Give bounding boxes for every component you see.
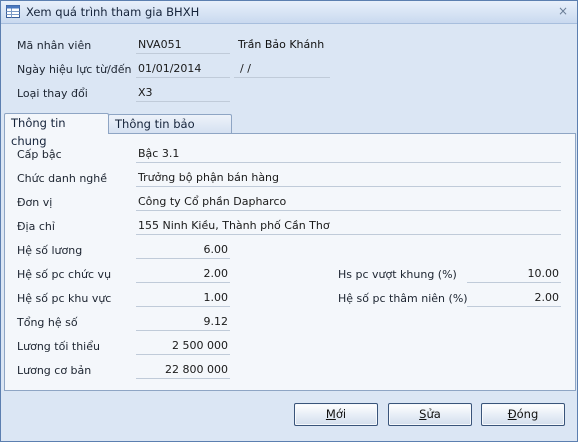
seniority-label: Hệ số pc thâm niên (%) xyxy=(338,292,468,305)
job-title-value: Trưởng bộ phận bán hàng xyxy=(138,171,280,184)
unit-field: Công ty Cổ phần Dapharco xyxy=(136,194,561,211)
new-button-label: ới xyxy=(335,407,347,421)
total-coef-field: 9.12 xyxy=(136,314,230,331)
over-frame-label: Hs pc vượt khung (%) xyxy=(338,268,457,281)
change-type-field: X3 xyxy=(136,85,230,102)
min-salary-label: Lương tối thiểu xyxy=(17,340,100,353)
new-button[interactable]: Mới xyxy=(294,403,378,426)
change-type-label: Loại thay đổi xyxy=(17,87,88,100)
min-salary-field: 2 500 000 xyxy=(136,338,230,355)
salary-coef-value: 6.00 xyxy=(203,243,229,256)
job-title-field: Trưởng bộ phận bán hàng xyxy=(136,170,561,187)
base-salary-value: 22 800 000 xyxy=(165,363,228,376)
employee-code-value: NVA051 xyxy=(138,38,182,51)
position-allow-field: 2.00 xyxy=(136,266,230,283)
address-value: 155 Ninh Kiều, Thành phố Cần Thơ xyxy=(138,219,330,232)
effective-to-field[interactable]: / / xyxy=(234,61,330,78)
change-type-value: X3 xyxy=(138,86,153,99)
seniority-value: 2.00 xyxy=(534,291,560,304)
salary-coef-label: Hệ số lương xyxy=(17,244,83,257)
position-allow-label: Hệ số pc chức vụ xyxy=(17,268,112,281)
employee-code-label: Mã nhân viên xyxy=(17,39,92,52)
rank-field: Bậc 3.1 xyxy=(136,146,561,163)
effective-from-value: 01/01/2014 xyxy=(138,62,202,75)
unit-label: Đơn vị xyxy=(17,196,53,209)
region-allow-label: Hệ số pc khu vực xyxy=(17,292,112,305)
dialog-window: Xem quá trình tham gia BHXH × Mã nhân vi… xyxy=(0,0,578,442)
effective-date-label: Ngày hiệu lực từ/đến xyxy=(17,63,132,76)
close-icon[interactable]: × xyxy=(555,4,571,19)
over-frame-value: 10.00 xyxy=(527,267,560,280)
over-frame-field: 10.00 xyxy=(467,266,561,283)
employee-name: Trần Bảo Khánh xyxy=(238,38,325,51)
rank-value: Bậc 3.1 xyxy=(138,147,180,160)
close-button[interactable]: Đóng xyxy=(481,403,565,426)
edit-button-label: ửa xyxy=(426,407,441,421)
position-allow-value: 2.00 xyxy=(203,267,229,280)
tab-general-info[interactable]: Thông tin chung xyxy=(4,113,109,148)
total-coef-value: 9.12 xyxy=(203,315,229,328)
edit-button[interactable]: Sửa xyxy=(388,403,472,426)
effective-from-field[interactable]: 01/01/2014 xyxy=(136,61,230,78)
close-button-accelerator: Đ xyxy=(507,407,517,421)
min-salary-value: 2 500 000 xyxy=(172,339,228,352)
address-field: 155 Ninh Kiều, Thành phố Cần Thơ xyxy=(136,218,561,235)
address-label: Địa chỉ xyxy=(17,220,55,233)
tab-strip: Thông tin chung Thông tin bảo hiểm xyxy=(4,113,576,149)
region-allow-value: 1.00 xyxy=(203,291,229,304)
close-button-label: óng xyxy=(516,407,539,421)
table-icon xyxy=(6,5,20,18)
tab-insurance-info[interactable]: Thông tin bảo hiểm xyxy=(108,114,232,149)
job-title-label: Chức danh nghề xyxy=(17,172,108,185)
title-bar[interactable]: Xem quá trình tham gia BHXH × xyxy=(1,1,577,24)
region-allow-field: 1.00 xyxy=(136,290,230,307)
salary-coef-field: 6.00 xyxy=(136,242,230,259)
base-salary-label: Lương cơ bản xyxy=(17,364,92,377)
total-coef-label: Tổng hệ số xyxy=(17,316,78,329)
base-salary-field: 22 800 000 xyxy=(136,362,230,379)
tab-panel-general: Cấp bậc Bậc 3.1 Chức danh nghề Trưởng bộ… xyxy=(4,133,576,391)
unit-value: Công ty Cổ phần Dapharco xyxy=(138,195,287,208)
effective-to-value: / / xyxy=(240,62,251,75)
new-button-accelerator: M xyxy=(325,407,336,421)
window-title: Xem quá trình tham gia BHXH xyxy=(26,5,200,19)
employee-code-field: NVA051 xyxy=(136,37,230,54)
seniority-field: 2.00 xyxy=(467,290,561,307)
